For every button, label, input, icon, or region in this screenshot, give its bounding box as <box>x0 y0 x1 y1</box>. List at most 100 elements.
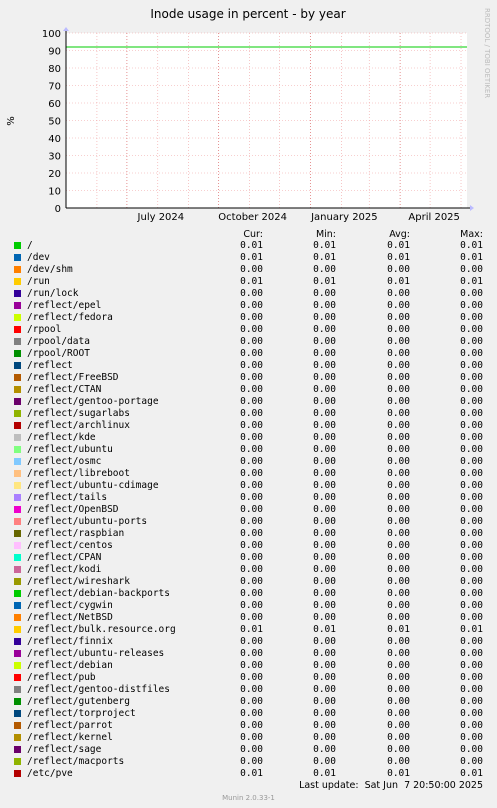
chart: Inode usage in percent - by year RRDTOOL… <box>0 0 497 230</box>
legend-row: /reflect/gentoo-distfiles 0.00 0.00 0.00 0.0… <box>0 684 497 696</box>
y-axis-label: % <box>6 116 17 126</box>
legend-value: 0.00 <box>387 444 410 455</box>
legend-value: 0.01 <box>387 768 410 779</box>
legend-swatch <box>14 374 21 381</box>
legend-value: 0.00 <box>387 384 410 395</box>
legend-value: 0.01 <box>387 276 410 287</box>
y-tick-label: 50 <box>48 117 61 128</box>
legend-value: 0.00 <box>313 396 336 407</box>
y-tick-label: 40 <box>48 134 61 145</box>
legend-value: 0.00 <box>313 564 336 575</box>
legend-label: /reflect/libreboot <box>27 468 130 479</box>
legend-value: 0.01 <box>460 768 483 779</box>
legend-row: /reflect/bulk.resource.org 0.01 0.01 0.01 0.… <box>0 624 497 636</box>
legend-value: 0.00 <box>240 708 263 719</box>
legend-swatch <box>14 254 21 261</box>
legend-value: 0.01 <box>460 624 483 635</box>
legend-row: /reflect/cygwin 0.00 0.00 0.00 0.00 <box>0 600 497 612</box>
legend-row: /reflect/kde 0.00 0.00 0.00 0.00 <box>0 432 497 444</box>
legend-value: 0.00 <box>460 312 483 323</box>
legend-value: 0.00 <box>240 480 263 491</box>
legend-value: 0.00 <box>387 636 410 647</box>
legend-swatch <box>14 338 21 345</box>
legend-value: 0.00 <box>313 540 336 551</box>
legend-value: 0.00 <box>240 312 263 323</box>
legend-swatch <box>14 278 21 285</box>
x-tick-label: January 2025 <box>310 212 378 223</box>
legend-value: 0.00 <box>460 480 483 491</box>
legend-label: /reflect/bulk.resource.org <box>27 624 176 635</box>
legend-row: /run 0.01 0.01 0.01 0.01 <box>0 276 497 288</box>
legend-value: 0.00 <box>313 432 336 443</box>
x-tick-label: April 2025 <box>408 212 459 223</box>
legend-value: 0.00 <box>240 360 263 371</box>
legend-value: 0.00 <box>460 468 483 479</box>
legend-label: /reflect/OpenBSD <box>27 504 119 515</box>
legend-value: 0.00 <box>313 732 336 743</box>
x-tick-label: July 2024 <box>137 212 185 223</box>
legend-value: 0.00 <box>460 672 483 683</box>
legend-value: 0.00 <box>240 264 263 275</box>
legend-row: /run/lock 0.00 0.00 0.00 0.00 <box>0 288 497 300</box>
legend-row: /dev 0.01 0.01 0.01 0.01 <box>0 252 497 264</box>
legend-label: /reflect/macports <box>27 756 125 767</box>
legend-value: 0.00 <box>460 420 483 431</box>
legend-label: /reflect/sugarlabs <box>27 408 130 419</box>
legend-value: 0.00 <box>313 744 336 755</box>
legend-value: 0.00 <box>387 360 410 371</box>
legend-row: /reflect/centos 0.00 0.00 0.00 0.00 <box>0 540 497 552</box>
legend-row: /reflect/CTAN 0.00 0.00 0.00 0.00 <box>0 384 497 396</box>
legend-row: /reflect/kodi 0.00 0.00 0.00 0.00 <box>0 564 497 576</box>
legend-value: 0.01 <box>313 252 336 263</box>
legend-swatch <box>14 470 21 477</box>
legend-value: 0.00 <box>460 552 483 563</box>
legend-row: /reflect/raspbian 0.00 0.00 0.00 0.00 <box>0 528 497 540</box>
legend-row: /etc/pve 0.01 0.01 0.01 0.01 <box>0 768 497 780</box>
legend-value: 0.00 <box>460 756 483 767</box>
legend-value: 0.00 <box>240 648 263 659</box>
legend-value: 0.01 <box>460 276 483 287</box>
legend-value: 0.00 <box>460 636 483 647</box>
legend-swatch <box>14 770 21 777</box>
legend-value: 0.00 <box>313 408 336 419</box>
legend-swatch <box>14 482 21 489</box>
legend-value: 0.00 <box>240 540 263 551</box>
legend-value: 0.00 <box>313 468 336 479</box>
legend-row: /reflect/NetBSD 0.00 0.00 0.00 0.00 <box>0 612 497 624</box>
legend-value: 0.00 <box>240 420 263 431</box>
legend-swatch <box>14 758 21 765</box>
legend-value: 0.00 <box>387 720 410 731</box>
legend-value: 0.00 <box>240 348 263 359</box>
legend-value: 0.00 <box>460 600 483 611</box>
legend-value: 0.00 <box>387 504 410 515</box>
y-tick-label: 70 <box>48 82 61 93</box>
legend-row: /reflect/gentoo-portage 0.00 0.00 0.00 0.00 <box>0 396 497 408</box>
legend-value: 0.00 <box>240 516 263 527</box>
legend-row: /reflect/ubuntu-cdimage 0.00 0.00 0.00 0.00 <box>0 480 497 492</box>
legend-row: /reflect/ubuntu-releases 0.00 0.00 0.00 0.00 <box>0 648 497 660</box>
legend-swatch <box>14 494 21 501</box>
legend-value: 0.00 <box>240 588 263 599</box>
legend-value: 0.00 <box>240 612 263 623</box>
legend-value: 0.00 <box>240 660 263 671</box>
legend-value: 0.00 <box>313 312 336 323</box>
legend-label: /reflect/osmc <box>27 456 102 467</box>
legend-value: 0.00 <box>313 756 336 767</box>
legend-value: 0.00 <box>387 372 410 383</box>
legend-value: 0.00 <box>460 732 483 743</box>
legend-row: /reflect/debian-backports 0.00 0.00 0.00 0.0… <box>0 588 497 600</box>
legend-swatch <box>14 698 21 705</box>
legend-value: 0.01 <box>240 240 263 251</box>
legend-value: 0.00 <box>240 576 263 587</box>
legend-swatch <box>14 458 21 465</box>
legend-value: 0.00 <box>460 300 483 311</box>
legend-value: 0.01 <box>313 624 336 635</box>
legend-swatch <box>14 614 21 621</box>
legend-value: 0.01 <box>460 252 483 263</box>
legend-label: /dev <box>27 252 50 263</box>
y-tick-label: 90 <box>48 47 61 58</box>
legend-value: 0.00 <box>313 552 336 563</box>
legend-value: 0.00 <box>387 288 410 299</box>
legend-value: 0.00 <box>240 408 263 419</box>
legend-label: /reflect/ubuntu-releases <box>27 648 165 659</box>
